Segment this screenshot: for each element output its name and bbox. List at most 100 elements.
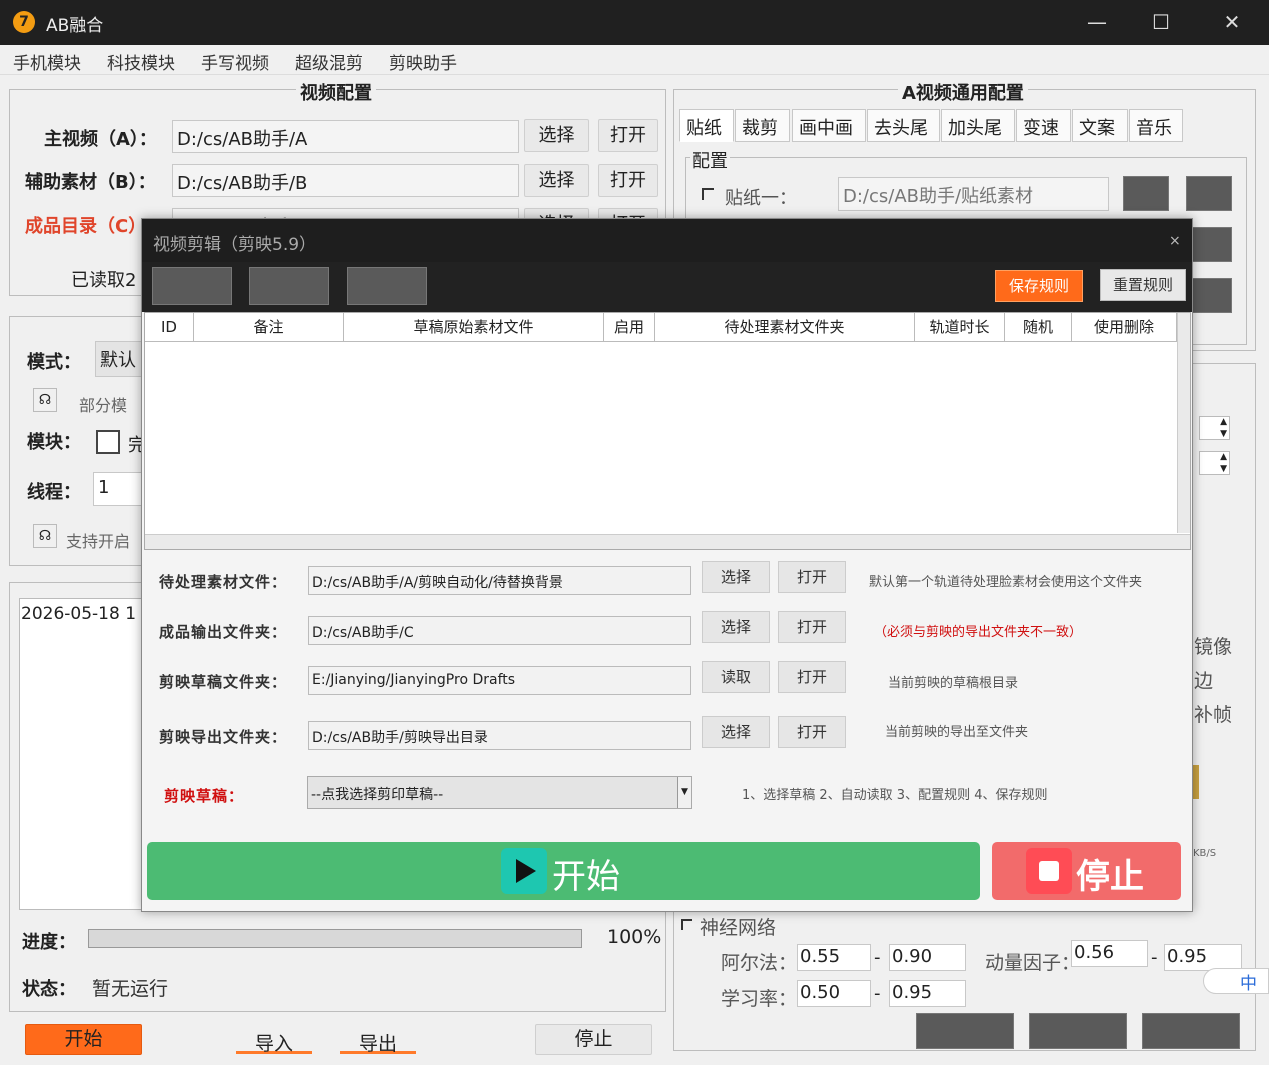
import-button[interactable]: 导入 [236, 1029, 312, 1055]
toolbar-button-1[interactable] [152, 267, 232, 305]
momentum-min-input[interactable]: 0.56 [1071, 940, 1148, 967]
export-select-button[interactable]: 选择 [702, 716, 770, 748]
col-use-delete[interactable]: 使用删除 [1072, 313, 1177, 342]
export-open-button[interactable]: 打开 [778, 716, 846, 748]
dialog-close-icon[interactable]: × [1169, 233, 1181, 249]
reset-rule-button[interactable]: 重置规则 [1100, 269, 1186, 301]
pending-hint: 默认第一个轨道待处理脸素材会使用这个文件夹 [869, 575, 1143, 590]
sticker-select-button[interactable] [1123, 176, 1169, 211]
tab-trim[interactable]: 去头尾 [867, 109, 940, 142]
headphone-icon-2: ☊ [33, 524, 57, 548]
col-track-duration[interactable]: 轨道时长 [915, 313, 1005, 342]
col-enabled[interactable]: 启用 [604, 313, 655, 342]
toolbar-button-2[interactable] [249, 267, 329, 305]
output-folder-label: 成品输出文件夹： [159, 623, 288, 641]
lr-max-input[interactable]: 0.95 [889, 980, 966, 1007]
draft-open-button[interactable]: 打开 [778, 661, 846, 693]
log-textarea[interactable]: 2026-05-18 1 [19, 598, 149, 910]
draft-dropdown[interactable]: --点我选择剪印草稿-- ▼ [307, 776, 692, 809]
tab-music[interactable]: 音乐 [1129, 109, 1183, 142]
tab-copy[interactable]: 文案 [1072, 109, 1128, 142]
draft-read-button[interactable]: 读取 [702, 661, 770, 693]
sticker-open-button[interactable] [1186, 176, 1232, 211]
ime-indicator[interactable]: 中 [1203, 968, 1269, 994]
table-hscrollbar[interactable] [145, 534, 1190, 549]
menu-phone-module[interactable]: 手机模块 [13, 49, 81, 74]
edge-label: 边 [1194, 670, 1214, 692]
pending-select-button[interactable]: 选择 [702, 561, 770, 593]
app-icon: 7 [13, 11, 35, 33]
main-video-field[interactable]: D:/cs/AB助手/A [172, 120, 519, 153]
menu-handwrite-video[interactable]: 手写视频 [201, 49, 269, 74]
reset-params-button[interactable] [1142, 1013, 1240, 1049]
tab-add-head-tail[interactable]: 加头尾 [941, 109, 1015, 142]
mode-hint: 部分模 [79, 396, 128, 415]
read-count-text: 已读取2 [71, 270, 137, 291]
maximize-button[interactable]: ☐ [1146, 8, 1176, 36]
neural-checkbox[interactable] [681, 919, 692, 930]
tab-speed[interactable]: 变速 [1016, 109, 1071, 142]
output-open-button-dlg[interactable]: 打开 [778, 611, 846, 643]
spinner-1[interactable]: ▲ ▼ [1199, 416, 1230, 440]
smart-params-button[interactable] [916, 1013, 1014, 1049]
export-button[interactable]: 导出 [340, 1029, 416, 1055]
dialog-stop-button[interactable]: 停止 [992, 842, 1181, 900]
aux-material-field[interactable]: D:/cs/AB助手/B [172, 164, 519, 197]
thread-hint: 支持开启 [66, 532, 131, 551]
export-folder-field[interactable]: D:/cs/AB助手/剪映导出目录 [308, 721, 691, 750]
col-random[interactable]: 随机 [1005, 313, 1072, 342]
col-draft-source[interactable]: 草稿原始素材文件 [344, 313, 604, 342]
config-subgroup-title: 配置 [690, 147, 730, 173]
progress-percent: 100% [607, 926, 662, 948]
mode-label: 模式： [27, 352, 81, 373]
tab-sticker[interactable]: 贴纸 [679, 109, 734, 142]
draft-dropdown-value: --点我选择剪印草稿-- [311, 787, 444, 803]
table-vscrollbar[interactable] [1177, 313, 1190, 533]
headphone-icon: ☊ [33, 388, 57, 412]
col-material-folder[interactable]: 待处理素材文件夹 [655, 313, 915, 342]
col-id[interactable]: ID [145, 313, 194, 342]
pending-open-button[interactable]: 打开 [778, 561, 846, 593]
alpha-dash: - [874, 947, 881, 968]
sticker-checkbox[interactable] [702, 188, 714, 200]
module-label: 模块： [27, 432, 81, 453]
status-label: 状态： [22, 979, 76, 1000]
sticker-path-field[interactable]: D:/cs/AB助手/贴纸素材 [838, 177, 1109, 211]
alpha-min-input[interactable]: 0.55 [797, 944, 871, 971]
main-select-button[interactable]: 选择 [524, 119, 589, 152]
menu-super-mix[interactable]: 超级混剪 [295, 49, 363, 74]
spinner-2[interactable]: ▲ ▼ [1199, 451, 1230, 475]
minimize-button[interactable]: — [1082, 8, 1112, 36]
video-edit-dialog: 视频剪辑（剪映5.9） × 保存规则 重置规则 ID 备注 草稿原始素材文件 启… [141, 218, 1193, 912]
steps-hint: 1、选择草稿 2、自动读取 3、配置规则 4、保存规则 [742, 788, 1048, 803]
main-open-button[interactable]: 打开 [598, 119, 658, 152]
save-rule-button[interactable]: 保存规则 [995, 270, 1083, 302]
output-folder-field[interactable]: D:/cs/AB助手/C [308, 616, 691, 645]
stop-button[interactable]: 停止 [535, 1024, 652, 1055]
rules-table[interactable]: ID 备注 草稿原始素材文件 启用 待处理素材文件夹 轨道时长 随机 使用删除 [144, 312, 1191, 550]
module-checkbox[interactable] [96, 430, 120, 454]
tab-pip[interactable]: 画中画 [792, 109, 866, 142]
tab-crop[interactable]: 裁剪 [735, 109, 790, 142]
col-note[interactable]: 备注 [194, 313, 344, 342]
play-icon [501, 848, 547, 894]
lr-min-input[interactable]: 0.50 [797, 980, 871, 1007]
momentum-max-input[interactable]: 0.95 [1164, 944, 1242, 971]
menu-tech-module[interactable]: 科技模块 [107, 49, 175, 74]
output-select-button-dlg[interactable]: 选择 [702, 611, 770, 643]
chevron-down-icon[interactable]: ▼ [677, 777, 691, 808]
aux-open-button[interactable]: 打开 [598, 164, 658, 197]
dialog-start-button[interactable]: 开始 [147, 842, 980, 900]
alpha-max-input[interactable]: 0.90 [889, 944, 966, 971]
aux-select-button[interactable]: 选择 [524, 164, 589, 197]
toolbar-button-3[interactable] [347, 267, 427, 305]
menu-jianying-assistant[interactable]: 剪映助手 [389, 49, 457, 74]
pending-material-field[interactable]: D:/cs/AB助手/A/剪映自动化/待替换背景 [308, 566, 691, 595]
advanced-settings-button[interactable] [1029, 1013, 1127, 1049]
draft-folder-field[interactable]: E:/Jianying/JianyingPro Drafts [308, 666, 691, 695]
start-button[interactable]: 开始 [25, 1024, 142, 1055]
sticker-label: 贴纸一： [725, 188, 797, 209]
stop-icon [1026, 848, 1072, 894]
close-button[interactable]: ✕ [1217, 8, 1247, 36]
mirror-label: 镜像 [1194, 636, 1233, 658]
